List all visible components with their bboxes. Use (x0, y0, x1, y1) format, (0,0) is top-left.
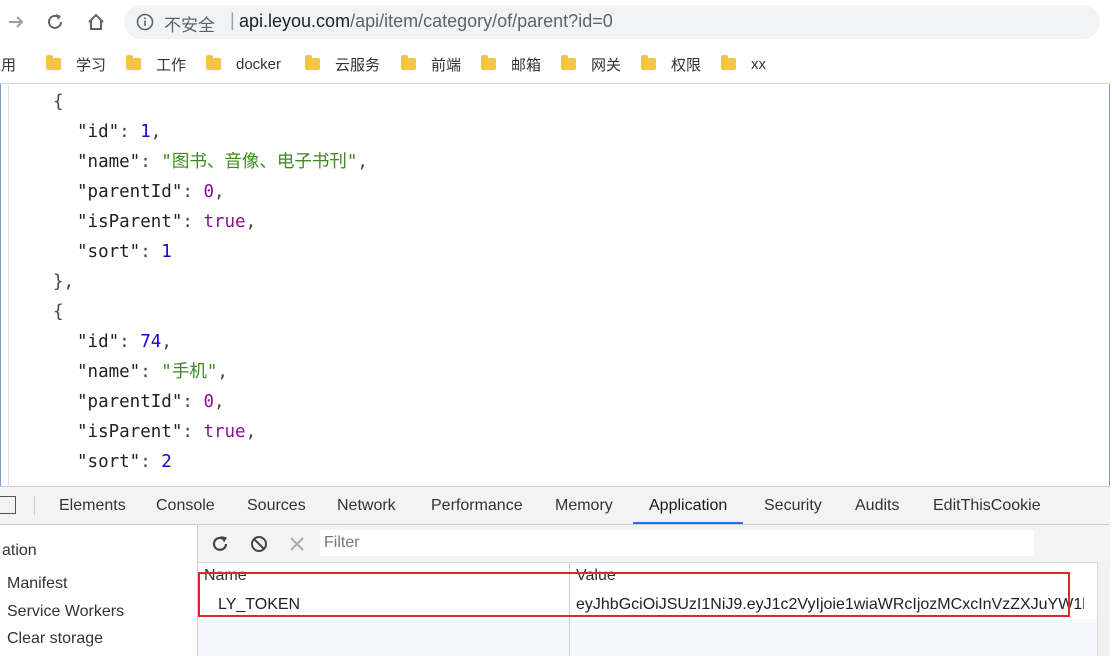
folder-icon (481, 55, 496, 70)
highlight-box (198, 572, 1070, 617)
json-line: "isParent": true, (77, 422, 257, 442)
json-line: }, (53, 272, 75, 292)
tab-application[interactable]: Application (633, 487, 744, 524)
json-line: { (53, 302, 64, 322)
json-line: { (53, 92, 64, 112)
bookmark-folder[interactable]: docker (206, 54, 281, 74)
bookmark-label: 工作 (156, 56, 187, 74)
omnibox[interactable]: 不安全 | api.leyou.com/api/item/category/of… (124, 5, 1100, 39)
tab-editthiscookie[interactable]: EditThisCookie (933, 487, 1041, 524)
bookmark-label: 学习 (76, 56, 107, 74)
bookmark-folder[interactable]: 邮箱 (481, 54, 541, 74)
json-line: "parentId": 0, (77, 182, 225, 202)
bookmark-folder[interactable]: xx (721, 54, 766, 74)
bookmark-label: 前端 (431, 56, 462, 74)
device-toggle-icon[interactable] (0, 496, 16, 514)
json-line: "id": 74, (77, 332, 172, 352)
url-host: api.leyou.com (239, 11, 351, 31)
refresh-icon[interactable] (210, 534, 230, 554)
bookmark-apps[interactable]: 应用 (0, 54, 16, 74)
folder-icon (641, 55, 656, 70)
folder-icon (561, 55, 576, 70)
bookmark-folder[interactable]: 权限 (641, 54, 701, 74)
insecure-label[interactable]: 不安全 (164, 11, 215, 36)
bookmark-label: xx (751, 55, 766, 73)
json-line: "sort": 1 (77, 242, 172, 262)
sidebar-section-application[interactable]: ation (2, 542, 37, 560)
folder-icon (721, 55, 736, 70)
json-line: "name": "手机", (77, 362, 228, 382)
sidebar-item-service-workers[interactable]: Service Workers (7, 603, 124, 621)
bookmark-folder[interactable]: 云服务 (305, 54, 380, 74)
tab-divider (34, 496, 35, 515)
cookie-toolbar (198, 525, 1110, 563)
folder-icon (305, 55, 320, 70)
bookmark-label: 云服务 (335, 56, 381, 74)
devtools-panel: Elements Console Sources Network Perform… (0, 486, 1110, 656)
tab-security[interactable]: Security (764, 487, 822, 524)
omnibox-separator: | (230, 10, 235, 30)
tab-performance[interactable]: Performance (431, 487, 523, 524)
table-scrollbar[interactable] (1097, 562, 1110, 656)
bookmark-folder[interactable]: 学习 (46, 54, 106, 74)
empty-row (198, 619, 1098, 656)
reload-icon[interactable] (41, 8, 69, 36)
json-viewer: { "id": 1, "name": "图书、音像、电子书刊", "parentId"… (8, 85, 1111, 485)
bookmark-label: 权限 (671, 56, 702, 74)
json-line: "id": 1, (77, 122, 162, 142)
home-icon[interactable] (82, 8, 110, 36)
sidebar-item-clear-storage[interactable]: Clear storage (7, 630, 103, 648)
sidebar-item-manifest[interactable]: Manifest (7, 575, 67, 593)
application-sidebar: ation Manifest Service Workers Clear sto… (0, 525, 198, 656)
json-line: "sort": 2 (77, 452, 172, 472)
bookmark-folder[interactable]: 网关 (561, 54, 621, 74)
json-line: "name": "图书、音像、电子书刊", (77, 152, 368, 172)
bookmark-label: 网关 (591, 56, 622, 74)
json-line: "isParent": true, (77, 212, 257, 232)
bookmarks-bar: 应用 学习 工作 docker 云服务 前端 邮箱 网关 权限 xx (0, 45, 1110, 84)
devtools-tabbar: Elements Console Sources Network Perform… (0, 487, 1110, 525)
folder-icon (401, 55, 416, 70)
folder-icon (206, 55, 221, 70)
url-text[interactable]: api.leyou.com/api/item/category/of/paren… (239, 11, 613, 32)
tab-memory[interactable]: Memory (555, 487, 613, 524)
clear-all-icon[interactable] (249, 534, 269, 554)
tab-sources[interactable]: Sources (247, 487, 306, 524)
bookmark-folder[interactable]: 前端 (401, 54, 461, 74)
delete-icon[interactable] (287, 534, 307, 554)
tab-network[interactable]: Network (337, 487, 396, 524)
forward-arrow-icon[interactable] (2, 8, 30, 36)
tab-console[interactable]: Console (156, 487, 215, 524)
filter-input[interactable] (320, 530, 1034, 556)
folder-icon (126, 55, 141, 70)
address-bar-row: 不安全 | api.leyou.com/api/item/category/of… (0, 0, 1110, 45)
bookmark-folder[interactable]: 工作 (126, 54, 186, 74)
tab-audits[interactable]: Audits (855, 487, 899, 524)
info-icon[interactable] (136, 13, 154, 31)
json-line: "parentId": 0, (77, 392, 225, 412)
bookmark-label: docker (236, 55, 282, 73)
url-path: /api/item/category/of/parent?id=0 (350, 11, 613, 31)
bookmark-apps-label: 应用 (0, 56, 17, 74)
folder-icon (46, 55, 61, 70)
bookmark-label: 邮箱 (511, 56, 542, 74)
tab-elements[interactable]: Elements (59, 487, 126, 524)
